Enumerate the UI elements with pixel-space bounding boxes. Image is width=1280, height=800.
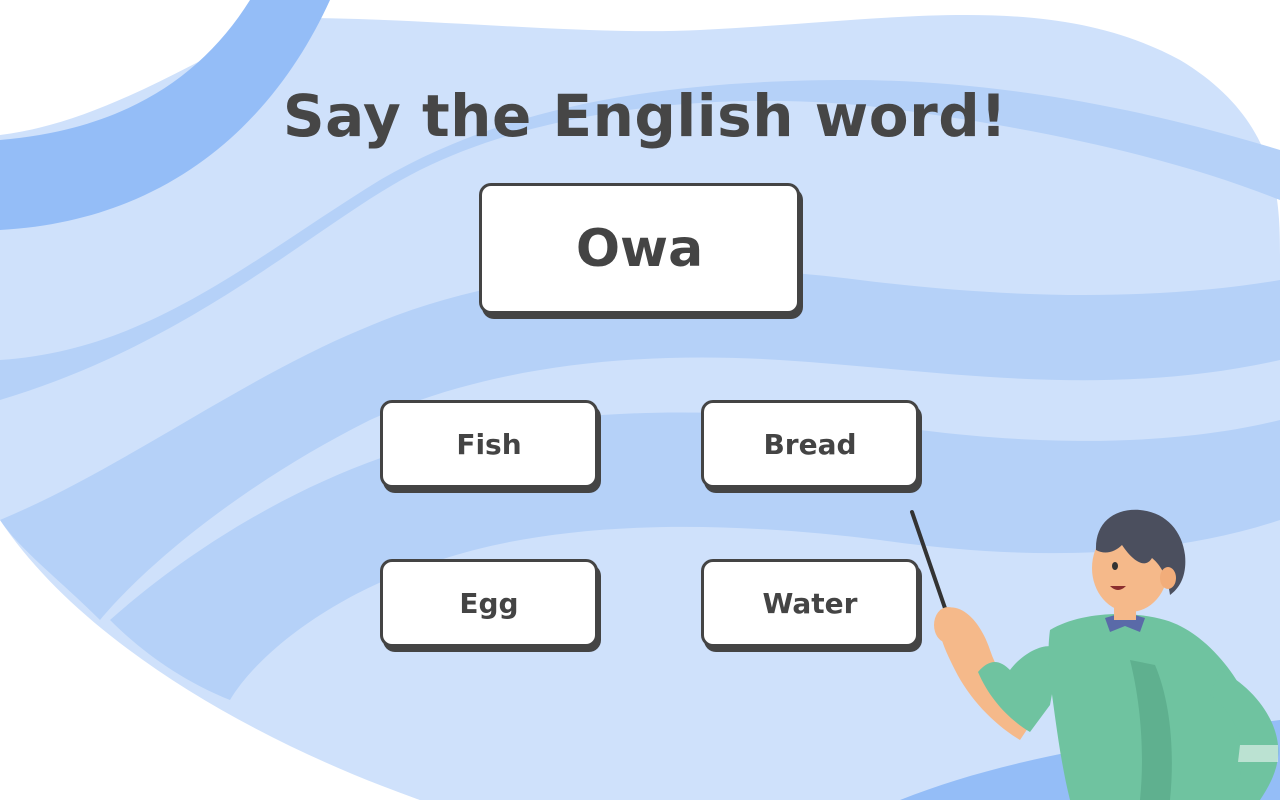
- answer-label: Fish: [456, 427, 522, 461]
- target-word: Owa: [575, 218, 704, 279]
- game-screen: Say the English word! Owa Fish Bread Egg…: [0, 0, 1280, 800]
- answer-button-egg[interactable]: Egg: [380, 559, 598, 647]
- answer-button-fish[interactable]: Fish: [380, 400, 598, 488]
- answer-label: Water: [762, 586, 858, 620]
- teacher-illustration: [910, 509, 1279, 800]
- answer-label: Egg: [459, 586, 519, 620]
- page-title: Say the English word!: [282, 82, 1008, 150]
- answer-button-bread[interactable]: Bread: [701, 400, 919, 488]
- answer-button-water[interactable]: Water: [701, 559, 919, 647]
- answer-label: Bread: [763, 427, 857, 461]
- word-card: Owa: [479, 183, 800, 314]
